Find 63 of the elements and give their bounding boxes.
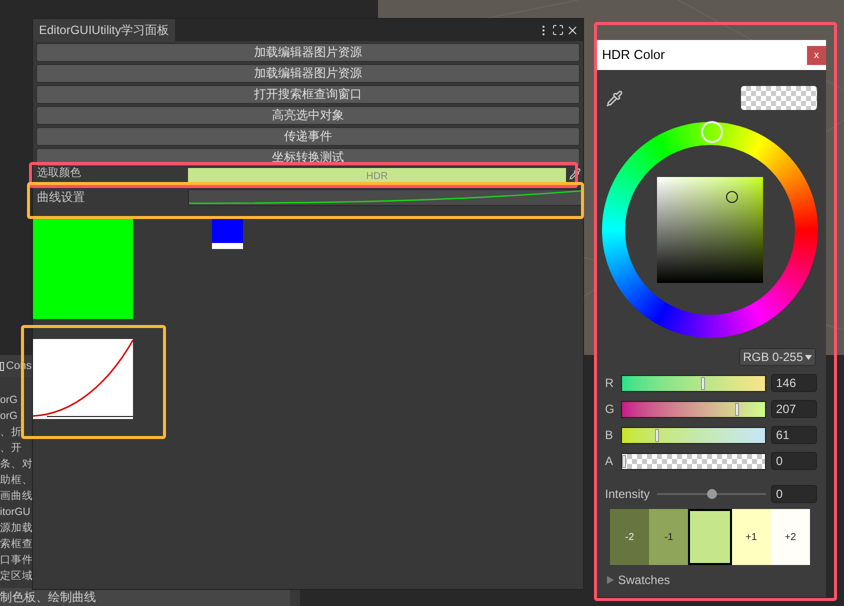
window-title: HDR Color [602, 46, 665, 64]
foldout-arrow-icon [607, 576, 614, 584]
console-line: 口事件 [0, 553, 33, 568]
console-line: orG [0, 409, 18, 424]
console-line: 条、对 [0, 457, 33, 472]
slider-handle[interactable] [655, 428, 660, 442]
intensity-swatch[interactable] [688, 509, 732, 565]
console-line: orG [0, 393, 18, 408]
eyedropper-icon[interactable] [569, 168, 581, 180]
strip-bar [212, 243, 243, 249]
action-button[interactable]: 传递事件 [36, 127, 580, 146]
channel-value-field[interactable]: 0 [771, 452, 817, 470]
channel-slider[interactable] [621, 400, 766, 418]
intensity-swatch[interactable]: -2 [610, 509, 650, 565]
close-icon[interactable] [566, 24, 579, 36]
console-line: 制色板、绘制曲线 [0, 589, 96, 606]
channel-value-field[interactable]: 146 [771, 374, 817, 392]
channel-slider[interactable] [621, 374, 766, 392]
field-label: 曲线设置 [37, 189, 86, 206]
curve-field[interactable] [188, 188, 583, 206]
action-button[interactable]: 加载编辑器图片资源 [36, 64, 580, 83]
intensity-swatch[interactable]: +2 [770, 509, 810, 565]
channel-label: B [605, 427, 614, 444]
console-line: 定区域 [0, 569, 33, 584]
maximize-icon[interactable] [552, 24, 564, 36]
intensity-swatch[interactable]: +1 [732, 509, 771, 565]
slider-handle[interactable] [701, 376, 706, 390]
channel-label: A [605, 453, 614, 470]
mode-dropdown[interactable]: RGB 0-255 [738, 348, 816, 366]
hdr-label: HDR [366, 170, 388, 184]
eyedropper-icon[interactable] [606, 90, 623, 106]
slider-handle[interactable] [734, 402, 739, 416]
console-line: 、折 [0, 425, 22, 440]
console-line: 索框查 [0, 537, 33, 552]
action-button[interactable]: 加载编辑器图片资源 [36, 43, 580, 62]
console-line: 源加载 [0, 521, 33, 536]
channel-label: R [605, 375, 615, 392]
channel-label: G [605, 401, 616, 418]
action-button[interactable]: 打开搜索框查询窗口 [36, 85, 580, 104]
picker-ring[interactable] [726, 191, 738, 203]
hue-handle[interactable] [701, 121, 723, 143]
intensity-label: Intensity [605, 486, 651, 503]
window-tab[interactable]: EditorGUIUtility学习面板 [33, 19, 176, 41]
console-line: 画曲线 [0, 489, 33, 504]
field-label: 选取颜色 [37, 167, 81, 179]
channel-slider[interactable] [621, 426, 766, 444]
small-color-block [212, 219, 243, 243]
console-line: 助框、 [0, 473, 33, 488]
intensity-swatch[interactable]: -1 [649, 509, 688, 565]
slider-handle[interactable] [622, 454, 626, 468]
swatches-foldout[interactable]: Swatches [607, 571, 670, 589]
channel-value-field[interactable]: 61 [771, 426, 817, 444]
console-icon [0, 362, 4, 370]
intensity-value-field[interactable]: 0 [771, 485, 817, 503]
action-button[interactable]: 高亮选中对象 [36, 106, 580, 125]
console-line: itorGU [0, 505, 30, 520]
intensity-slider[interactable] [657, 488, 766, 500]
channel-value-field[interactable]: 207 [771, 400, 817, 418]
slider-thumb[interactable] [706, 489, 716, 499]
channel-slider[interactable] [621, 452, 766, 470]
close-button[interactable]: x [807, 46, 826, 64]
saturation-square[interactable] [657, 177, 763, 283]
console-line: 、开 [0, 441, 22, 456]
